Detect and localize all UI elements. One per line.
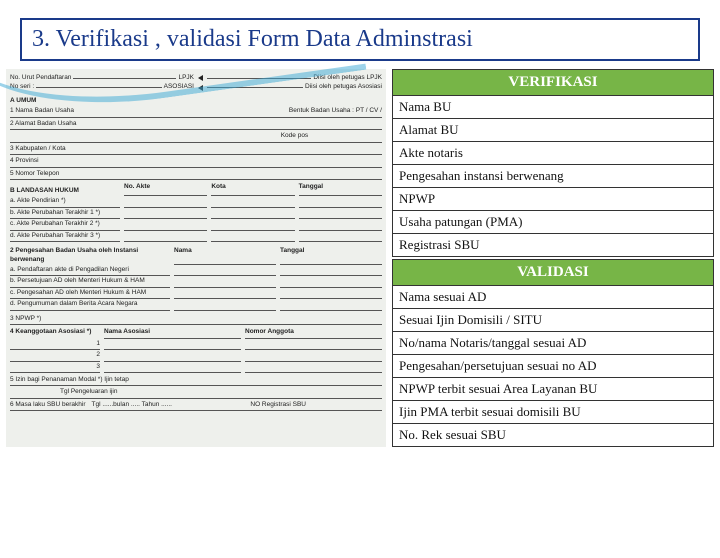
label: c. Akte Perubahan Terakhir 2 *) (10, 219, 120, 230)
num: 2 (10, 350, 100, 361)
form-scan: No. Urut PendaftaranLPJK No seri :ASOSIA… (6, 69, 386, 447)
label: d. Akte Perubahan Terakhir 3 *) (10, 231, 120, 242)
label: Kode pos (281, 132, 308, 140)
col-header: Nama Asosiasi (104, 327, 241, 338)
col-header: Tanggal (280, 246, 382, 265)
verifikasi-item: Usaha patungan (PMA) (392, 211, 714, 234)
verifikasi-header: VERIFIKASI (392, 69, 714, 96)
validasi-item: Sesuai Ijin Domisili / SITU (392, 309, 714, 332)
label: 4 Provinsi (10, 157, 39, 165)
input-box (322, 132, 382, 140)
label: 3 NPWP *) (10, 315, 41, 323)
label: 3 Kabupaten / Kota (10, 145, 66, 153)
verifikasi-item: Pengesahan instansi berwenang (392, 165, 714, 188)
label: Bentuk Badan Usaha : PT / CV / (289, 107, 382, 115)
label: 4 Keanggotaan Asosiasi *) (10, 327, 100, 338)
num: 1 (10, 339, 100, 350)
validasi-item: No/nama Notaris/tanggal sesuai AD (392, 332, 714, 355)
label: a. Akte Pendirian *) (10, 196, 120, 207)
label: Tgl ......bulan ..... Tahun ...... (92, 401, 172, 409)
side-panel: VERIFIKASI Nama BU Alamat BU Akte notari… (392, 69, 714, 447)
label: b. Persetujuan AD oleh Menteri Hukum & H… (10, 276, 170, 287)
label: c. Pengesahan AD oleh Menteri Hukum & HA… (10, 288, 170, 299)
section-header: B LANDASAN HUKUM (10, 186, 120, 196)
validasi-item: Pengesahan/persetujuan sesuai no AD (392, 355, 714, 378)
num: 3 (10, 362, 100, 373)
label: 5 Izin bagi Penanaman Modal *) Ijin teta… (10, 376, 129, 384)
label: 5 Nomor Telepon (10, 170, 59, 178)
page-title: 3. Verifikasi , validasi Form Data Admin… (32, 26, 688, 53)
validasi-item: NPWP terbit sesuai Area Layanan BU (392, 378, 714, 401)
label: 1 Nama Badan Usaha (10, 107, 74, 115)
verifikasi-item: Akte notaris (392, 142, 714, 165)
input-box (242, 315, 382, 323)
label: 6 Masa laku SBU berakhir (10, 401, 86, 409)
label: b. Akte Perubahan Terakhir 1 *) (10, 208, 120, 219)
label: NO Registrasi SBU (250, 401, 306, 409)
verifikasi-item: NPWP (392, 188, 714, 211)
content: No. Urut PendaftaranLPJK No seri :ASOSIA… (6, 69, 714, 447)
col-header: Nama (174, 246, 276, 265)
title-box: 3. Verifikasi , validasi Form Data Admin… (20, 18, 700, 61)
col-header: Tanggal (299, 182, 382, 196)
verifikasi-item: Alamat BU (392, 119, 714, 142)
verifikasi-item: Nama BU (392, 96, 714, 119)
label: d. Pengumuman dalam Berita Acara Negara (10, 299, 170, 310)
validasi-item: Nama sesuai AD (392, 286, 714, 309)
input-box (312, 401, 382, 409)
validasi-item: Ijin PMA terbit sesuai domisili BU (392, 401, 714, 424)
label: Diisi oleh petugas Asosiasi (305, 83, 382, 91)
verifikasi-item: Registrasi SBU (392, 234, 714, 257)
col-header: Kota (211, 182, 294, 196)
col-header: Nomor Anggota (245, 327, 382, 338)
validasi-item: No. Rek sesuai SBU (392, 424, 714, 447)
col-header: No. Akte (124, 182, 207, 196)
validasi-header: VALIDASI (392, 259, 714, 286)
label: 2 Alamat Badan Usaha (10, 120, 77, 128)
label: 2 Pengesahan Badan Usaha oleh Instansi b… (10, 246, 170, 265)
label: Tgl Pengeluaran ijin (60, 388, 117, 396)
label: a. Pendaftaran akte di Pengadilan Negeri (10, 265, 170, 276)
